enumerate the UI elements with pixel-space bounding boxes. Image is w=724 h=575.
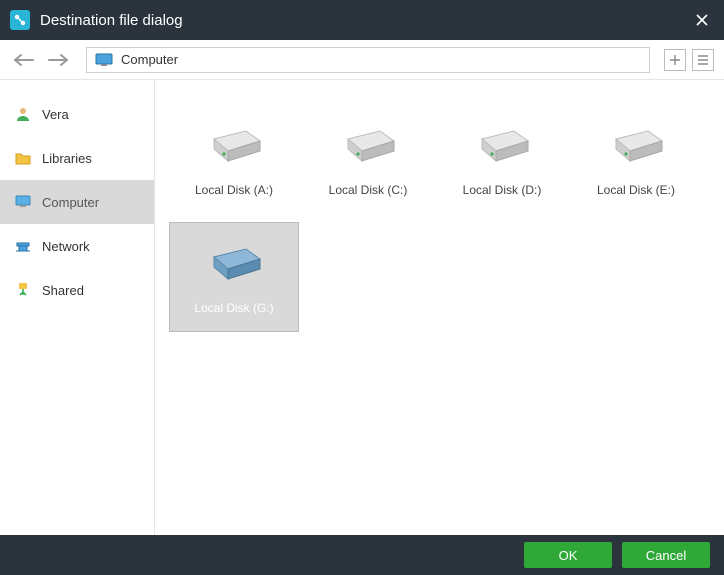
drive-item[interactable]: Local Disk (G:): [169, 222, 299, 332]
location-text: Computer: [121, 52, 178, 67]
drive-icon: [202, 121, 266, 169]
title-bar: Destination file dialog: [0, 0, 724, 40]
drive-icon: [470, 121, 534, 169]
folder-icon: [14, 149, 32, 167]
window-title: Destination file dialog: [40, 12, 690, 29]
sidebar-item-computer[interactable]: Computer: [0, 180, 154, 224]
sidebar-item-label: Libraries: [42, 151, 92, 166]
close-button[interactable]: [690, 8, 714, 32]
sidebar-item-label: Shared: [42, 283, 84, 298]
shared-icon: [14, 281, 32, 299]
toolbar: Computer: [0, 40, 724, 80]
dialog-body: Vera Libraries Computer Network Shared: [0, 80, 724, 535]
drive-item[interactable]: Local Disk (E:): [571, 104, 701, 214]
sidebar-item-vera[interactable]: Vera: [0, 92, 154, 136]
ok-button[interactable]: OK: [524, 542, 612, 568]
drive-icon: [604, 121, 668, 169]
sidebar-item-label: Network: [42, 239, 90, 254]
sidebar-item-libraries[interactable]: Libraries: [0, 136, 154, 180]
monitor-icon: [95, 53, 113, 67]
drive-item[interactable]: Local Disk (A:): [169, 104, 299, 214]
user-icon: [14, 105, 32, 123]
back-button[interactable]: [10, 46, 38, 74]
sidebar-item-shared[interactable]: Shared: [0, 268, 154, 312]
view-mode-icon: [697, 54, 709, 66]
sidebar-item-label: Computer: [42, 195, 99, 210]
new-folder-button[interactable]: [664, 49, 686, 71]
forward-icon: [47, 53, 69, 67]
sidebar-item-network[interactable]: Network: [0, 224, 154, 268]
sidebar: Vera Libraries Computer Network Shared: [0, 80, 155, 535]
drive-item[interactable]: Local Disk (C:): [303, 104, 433, 214]
drive-label: Local Disk (C:): [329, 183, 408, 197]
drive-label: Local Disk (G:): [194, 301, 273, 315]
view-mode-button[interactable]: [692, 49, 714, 71]
monitor-icon: [14, 193, 32, 211]
file-grid: Local Disk (A:) Local Disk (C:) Local Disk…: [155, 80, 724, 535]
drive-label: Local Disk (D:): [463, 183, 542, 197]
dialog-footer: OK Cancel: [0, 535, 724, 575]
close-icon: [695, 13, 709, 27]
sidebar-item-label: Vera: [42, 107, 69, 122]
location-bar[interactable]: Computer: [86, 47, 650, 73]
drive-label: Local Disk (A:): [195, 183, 273, 197]
drive-item[interactable]: Local Disk (D:): [437, 104, 567, 214]
drive-label: Local Disk (E:): [597, 183, 675, 197]
forward-button[interactable]: [44, 46, 72, 74]
app-icon: [10, 10, 30, 30]
network-icon: [14, 237, 32, 255]
cancel-button[interactable]: Cancel: [622, 542, 710, 568]
drive-icon: [202, 239, 266, 287]
drive-icon: [336, 121, 400, 169]
new-folder-icon: [669, 54, 681, 66]
back-icon: [13, 53, 35, 67]
